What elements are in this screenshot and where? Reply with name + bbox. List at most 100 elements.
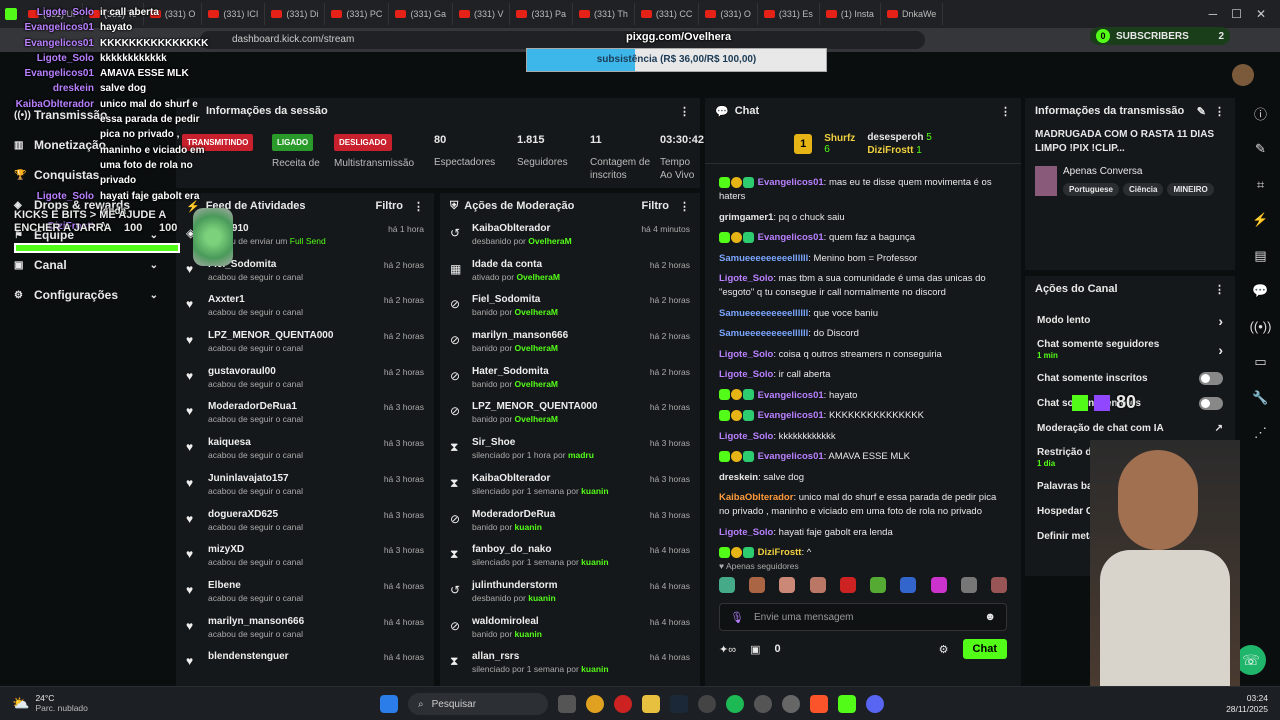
feed-row[interactable]: ♥ kaiquesa acabou de seguir o canal há 3 ho… bbox=[176, 433, 434, 469]
feed-row[interactable]: ♥ Axxter1 acabou de seguir o canal há 2 hor… bbox=[176, 290, 434, 326]
send-chat-button[interactable]: Chat bbox=[962, 639, 1007, 659]
channel-action-item[interactable]: Moderação de chat com IA ↗ bbox=[1025, 416, 1235, 441]
minimize-icon[interactable]: ─ bbox=[1209, 7, 1218, 21]
chat-message[interactable]: KaibaOblterador: unico mal do shurf e es… bbox=[719, 491, 1007, 519]
moderation-row[interactable]: ⊘ LPZ_MENOR_QUENTA000 banido por OvelheraM… bbox=[440, 397, 700, 433]
moderator-name[interactable]: OvelheraM bbox=[515, 343, 558, 353]
browser-tab[interactable]: (331) O bbox=[699, 3, 758, 25]
more-icon[interactable]: ⋮ bbox=[413, 200, 424, 213]
moderation-row[interactable]: ⧗ fanboy_do_nako silenciado por 1 semana p… bbox=[440, 540, 700, 576]
infinity-icon[interactable]: ✦∞ bbox=[719, 643, 736, 656]
moderator-name[interactable]: kuanin bbox=[528, 593, 555, 603]
chat-message[interactable]: Ligote_Solo: kkkkkkkkkkkk bbox=[719, 430, 1007, 444]
feed-row[interactable]: ♥ Elbene acabou de seguir o canal há 4 hora… bbox=[176, 576, 434, 612]
moderator-name[interactable]: OvelheraM bbox=[528, 236, 571, 246]
chat-username[interactable]: Samueeeeeeeeellllll bbox=[719, 253, 808, 264]
moderation-row[interactable]: ⊘ waldomiroleal banido por kuanin há 4 hora… bbox=[440, 612, 700, 648]
wrench-icon[interactable]: 🔧 bbox=[1241, 380, 1280, 416]
close-icon[interactable]: ✕ bbox=[1256, 7, 1266, 21]
emote-icon[interactable] bbox=[809, 577, 826, 593]
chat-icon[interactable]: 💬 bbox=[1241, 274, 1280, 310]
chat-username[interactable]: Samueeeeeeeeellllll bbox=[719, 308, 808, 319]
kick-app-icon[interactable] bbox=[838, 695, 856, 713]
sidebar-item-5[interactable]: ▣ Canal ⌄ bbox=[0, 250, 172, 280]
moderation-row[interactable]: ⧗ Sir_Shoe silenciado por 1 hora por madru… bbox=[440, 433, 700, 469]
edit-icon[interactable]: ✎ bbox=[1197, 105, 1206, 118]
feed-row[interactable]: ♥ gustavoraul00 acabou de seguir o canal há… bbox=[176, 362, 434, 398]
moderator-name[interactable]: kuanin bbox=[581, 486, 608, 496]
channel-action-item[interactable]: Modo lento › bbox=[1025, 308, 1235, 333]
chat-message[interactable]: Evangelicos01: hayato bbox=[719, 389, 1007, 403]
browser-tab[interactable]: (331) CC bbox=[635, 3, 700, 25]
emote-icon[interactable] bbox=[719, 577, 735, 593]
taskbar-search[interactable]: ⌕ Pesquisar bbox=[408, 693, 548, 715]
emote-icon[interactable] bbox=[870, 577, 887, 593]
app-icon[interactable] bbox=[782, 695, 800, 713]
stream-tag[interactable]: Ciência bbox=[1123, 183, 1164, 196]
feed-filter-button[interactable]: Filtro bbox=[376, 200, 404, 213]
support-button[interactable]: ☏ bbox=[1236, 645, 1266, 675]
moderator-name[interactable]: OvelheraM bbox=[515, 414, 558, 424]
external-link-icon[interactable]: ↗ bbox=[1215, 423, 1223, 434]
chat-username[interactable]: Ligote_Solo bbox=[719, 369, 773, 380]
chat-username[interactable]: dreskein bbox=[719, 472, 758, 483]
feed-row[interactable]: ♥ marilyn_manson666 acabou de seguir o can… bbox=[176, 612, 434, 648]
moderator-name[interactable]: OvelheraM bbox=[515, 307, 558, 317]
moderator-name[interactable]: madru bbox=[568, 450, 594, 460]
emote-icon[interactable] bbox=[960, 577, 977, 593]
channel-action-item[interactable]: Chat somente inscritos bbox=[1025, 366, 1235, 391]
chat-username[interactable]: Ligote_Solo bbox=[719, 431, 773, 442]
browser-tab[interactable]: (331) Ga bbox=[389, 3, 453, 25]
emoji-icon[interactable]: ☻ bbox=[984, 611, 996, 623]
chat-username[interactable]: Samueeeeeeeeellllll bbox=[719, 328, 808, 339]
moderator-name[interactable]: kuanin bbox=[515, 629, 542, 639]
brave-icon[interactable] bbox=[810, 695, 828, 713]
chat-username[interactable]: Ligote_Solo bbox=[719, 527, 773, 538]
chevron-right-icon[interactable]: › bbox=[1218, 313, 1223, 329]
emote-icon[interactable] bbox=[990, 577, 1007, 593]
chat-message[interactable]: Ligote_Solo: mas tbm a sua comunidade é … bbox=[719, 272, 1007, 300]
more-icon[interactable]: ⋮ bbox=[1214, 105, 1225, 118]
chat-message[interactable]: Samueeeeeeeeellllll: do Discord bbox=[719, 327, 1007, 341]
feed-row[interactable]: ♥ dogueraXD625 acabou de seguir o canal há … bbox=[176, 505, 434, 541]
more-icon[interactable]: ⋮ bbox=[1000, 105, 1011, 118]
chat-username[interactable]: Evangelicos01 bbox=[758, 177, 824, 188]
chevron-down-icon[interactable]: ⌄ bbox=[150, 260, 158, 271]
task-view-icon[interactable] bbox=[558, 695, 576, 713]
emote-icon[interactable] bbox=[779, 577, 796, 593]
chat-message[interactable]: Ligote_Solo: coisa q outros streamers n … bbox=[719, 348, 1007, 362]
emote-icon[interactable] bbox=[839, 577, 856, 593]
document-icon[interactable]: ▤ bbox=[1241, 238, 1280, 274]
scan-icon[interactable]: ⌗ bbox=[1241, 167, 1280, 203]
moderator-name[interactable]: kuanin bbox=[515, 522, 542, 532]
chat-messages[interactable]: Evangelicos01: mas eu te disse quem movi… bbox=[705, 164, 1021, 559]
opera-icon[interactable] bbox=[614, 695, 632, 713]
chat-username[interactable]: DiziFrostt bbox=[758, 547, 802, 558]
chat-message[interactable]: Ligote_Solo: hayati faje gabolt era lend… bbox=[719, 526, 1007, 540]
toggle-switch[interactable] bbox=[1199, 397, 1223, 410]
browser-tab[interactable]: (331) Es bbox=[758, 3, 820, 25]
chat-message[interactable]: grimgamer1: pq o chuck saiu bbox=[719, 211, 1007, 225]
chat-username[interactable]: Evangelicos01 bbox=[758, 410, 824, 421]
chat-message[interactable]: Ligote_Solo: ir call aberta bbox=[719, 368, 1007, 382]
browser-tab[interactable]: (331) V bbox=[453, 3, 511, 25]
emote-icon[interactable] bbox=[900, 577, 917, 593]
moderator-name[interactable]: kuanin bbox=[581, 664, 608, 674]
chat-message[interactable]: Evangelicos01: quem faz a bagunça bbox=[719, 231, 1007, 245]
moderation-row[interactable]: ↺ KaibaOblterador desbanido por OvelheraM h… bbox=[440, 219, 700, 255]
browser-tab[interactable]: (331) ICI bbox=[202, 3, 266, 25]
sidebar-item-6[interactable]: ⚙ Configurações ⌄ bbox=[0, 280, 172, 310]
channel-action-item[interactable]: Chat somente seguidores 1 min › bbox=[1025, 333, 1235, 366]
browser-tab[interactable]: (331) Th bbox=[573, 3, 635, 25]
moderator-name[interactable]: OvelheraM bbox=[516, 272, 559, 282]
chat-message[interactable]: Evangelicos01: AMAVA ESSE MLK bbox=[719, 450, 1007, 464]
chat-message[interactable]: dreskein: salve dog bbox=[719, 471, 1007, 485]
more-icon[interactable]: ⋮ bbox=[679, 200, 690, 213]
pencil-icon[interactable]: ✎ bbox=[1241, 132, 1280, 168]
chat-message[interactable]: DiziFrostt: ^ bbox=[719, 546, 1007, 559]
chat-username[interactable]: Evangelicos01 bbox=[758, 451, 824, 462]
moderation-row[interactable]: ⧗ KaibaOblterador silenciado por 1 semana … bbox=[440, 469, 700, 505]
browser-tab[interactable]: (1) Insta bbox=[820, 3, 881, 25]
broadcast-icon[interactable]: ((•)) bbox=[1241, 309, 1280, 345]
points-icon[interactable]: ▣ bbox=[750, 643, 760, 656]
